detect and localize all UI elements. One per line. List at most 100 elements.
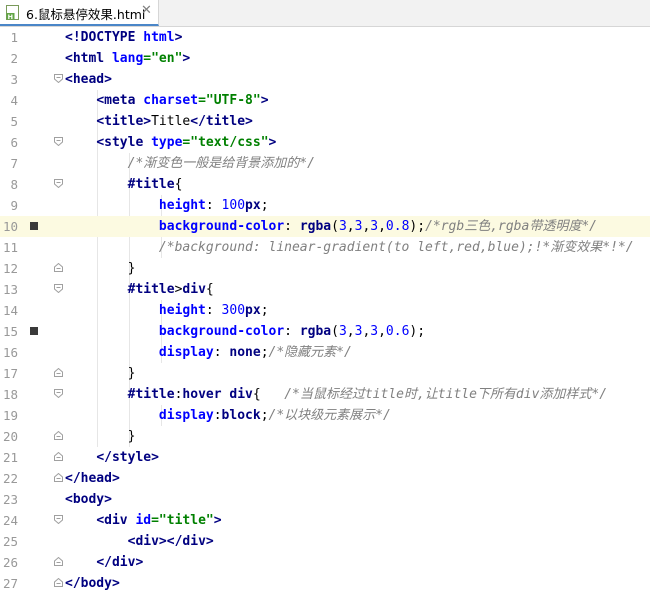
code-line[interactable]: <div id="title"> (62, 510, 650, 531)
code-line[interactable]: #title:hover div{ /*当鼠标经过title时,让title下所… (62, 384, 650, 405)
line-number: 24 (2, 513, 18, 528)
code-line[interactable]: </head> (62, 468, 650, 489)
line-number: 5 (10, 114, 18, 129)
code-token: : (213, 345, 230, 360)
gutter-line: 25 (0, 531, 62, 552)
code-line[interactable]: #title{ (62, 174, 650, 195)
code-line[interactable]: </style> (62, 447, 650, 468)
code-text: </head> (65, 470, 120, 487)
code-token: 300 (221, 303, 246, 318)
code-line[interactable]: } (62, 258, 650, 279)
line-number: 25 (2, 534, 18, 549)
code-line[interactable]: <style type="text/css"> (62, 132, 650, 153)
code-text: <meta charset="UTF-8"> (65, 92, 268, 109)
gutter-line: 24 (0, 510, 63, 531)
code-text: display: none;/*隐藏元素*/ (65, 344, 352, 361)
code-line[interactable]: <meta charset="UTF-8"> (62, 90, 650, 111)
color-marker-icon[interactable] (30, 222, 38, 230)
gutter-line: 12 (0, 258, 63, 279)
code-line[interactable]: /*background: linear-gradient(to left,re… (62, 237, 650, 258)
code-token: 0.6 (385, 324, 410, 339)
line-number: 19 (2, 408, 18, 423)
file-tab[interactable]: H 6.鼠标悬停效果.html ✕ (0, 0, 159, 26)
code-token: ; (260, 408, 269, 423)
code-editor[interactable]: 1 2 3 4 5 6 7 8 9 10 11 12 13 14 15 16 17 18 19 20 21 22 23 24 2… (0, 27, 650, 594)
gutter-line: 4 (0, 90, 62, 111)
color-marker-icon[interactable] (30, 327, 38, 335)
code-token: /*隐藏元素*/ (268, 345, 352, 360)
code-line[interactable]: </body> (62, 573, 650, 594)
line-number: 20 (2, 429, 18, 444)
line-number: 15 (2, 324, 18, 339)
code-line[interactable]: #title>div{ (62, 279, 650, 300)
code-line[interactable]: height: 300px; (62, 300, 650, 321)
gutter-line: 13 (0, 279, 63, 300)
code-token: /*以块级元素展示*/ (268, 408, 391, 423)
code-token: </style> (96, 450, 159, 465)
code-line[interactable]: display:block;/*以块级元素展示*/ (62, 405, 650, 426)
code-line[interactable]: <div></div> (62, 531, 650, 552)
code-line[interactable]: /*渐变色一般是给背景添加的*/ (62, 153, 650, 174)
code-line[interactable]: } (62, 426, 650, 447)
line-number: 23 (2, 492, 18, 507)
line-number: 9 (10, 198, 18, 213)
code-line[interactable]: display: none;/*隐藏元素*/ (62, 342, 650, 363)
code-token: > (182, 51, 191, 66)
code-line[interactable]: <head> (62, 69, 650, 90)
code-token: div (182, 282, 206, 297)
code-token: rgba (299, 219, 332, 234)
code-line[interactable]: height: 100px; (62, 195, 650, 216)
code-text: <style type="text/css"> (65, 134, 276, 151)
code-line[interactable]: <!DOCTYPE html> (62, 27, 650, 48)
line-number: 14 (2, 303, 18, 318)
code-token: Title (151, 114, 191, 129)
code-text: </div> (65, 554, 143, 571)
code-token: ); (409, 324, 426, 339)
code-token: 3 (370, 324, 379, 339)
code-token: } (65, 429, 136, 444)
code-token: hover div (182, 387, 253, 402)
html-file-icon: H (6, 5, 19, 20)
code-line[interactable]: <body> (62, 489, 650, 510)
code-area[interactable]: <!DOCTYPE html> <html lang="en"> <head> <m… (62, 27, 650, 594)
code-token: , (378, 324, 386, 339)
gutter-line: 20 (0, 426, 63, 447)
close-icon[interactable]: ✕ (141, 3, 152, 18)
code-token: <meta (96, 93, 144, 108)
code-line[interactable]: <title>Title</title> (62, 111, 650, 132)
code-token: <div></div> (127, 534, 214, 549)
code-text: height: 100px; (65, 197, 269, 214)
code-token: ; (260, 345, 269, 360)
gutter-line: 14 (0, 300, 62, 321)
code-token: type (151, 135, 183, 150)
line-number: 18 (2, 387, 18, 402)
code-token: background-color (158, 219, 285, 234)
code-token: 3 (338, 324, 347, 339)
code-text: <div id="title"> (65, 512, 221, 529)
code-text: <head> (65, 71, 112, 88)
code-token: /*rgb三色,rgba带透明度*/ (425, 219, 597, 234)
code-line[interactable]: <html lang="en"> (62, 48, 650, 69)
code-token: </div> (96, 555, 144, 570)
code-token: rgba (299, 324, 332, 339)
line-number: 10 (2, 219, 18, 234)
code-line[interactable]: </div> (62, 552, 650, 573)
code-token: /*background: linear-gradient(to left,re… (158, 240, 634, 255)
code-line[interactable]: background-color: rgba(3,3,3,0.8);/*rgb三… (62, 216, 650, 237)
code-token: { (252, 387, 285, 402)
gutter-line: 2 (0, 48, 62, 69)
gutter-line: 23 (0, 489, 62, 510)
code-token: display (158, 408, 214, 423)
code-line[interactable]: background-color: rgba(3,3,3,0.6); (62, 321, 650, 342)
code-line[interactable]: } (62, 363, 650, 384)
code-token: <div (96, 513, 136, 528)
line-number: 7 (10, 156, 18, 171)
code-token: block (221, 408, 261, 423)
code-token: 3 (338, 219, 347, 234)
